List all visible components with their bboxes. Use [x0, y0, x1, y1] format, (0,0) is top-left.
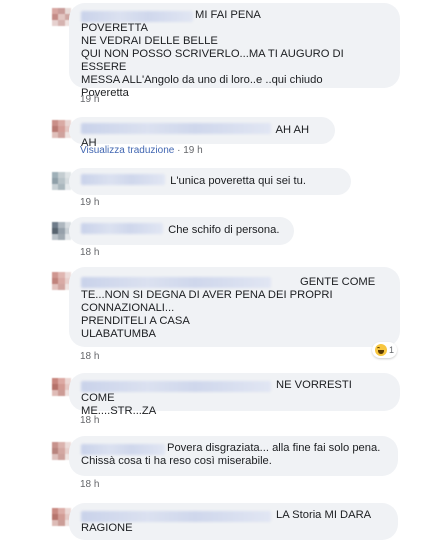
author-name[interactable]	[81, 11, 193, 22]
comment-bubble: LA Storia MI DARA RAGIONE	[69, 503, 398, 540]
comment-bubble: Che schifo di persona.	[69, 217, 294, 245]
comment-meta: 19 h	[80, 197, 99, 208]
comment-timestamp[interactable]: 19 h	[80, 197, 99, 208]
meta-separator: ·	[177, 145, 181, 156]
comment-text: L'unica poveretta qui sei tu.	[170, 175, 306, 187]
translate-link[interactable]: Visualizza traduzione	[80, 145, 174, 156]
comment-bubble: MI FAI PENA POVERETTA NE VEDRAI DELLE BE…	[69, 3, 400, 99]
comment-bubble: Povera disgraziata... alla fine fai solo…	[69, 436, 398, 476]
comment-timestamp[interactable]: 19 h	[80, 94, 99, 105]
comment-timestamp[interactable]: 19 h	[183, 145, 202, 156]
comment-timestamp[interactable]: 18 h	[80, 351, 99, 362]
comment-meta: 18 h	[80, 479, 99, 490]
comment-bubble: NE VORRESTI COME ME....STR...ZA	[69, 373, 400, 417]
author-name[interactable]	[81, 223, 163, 234]
comment-bubble: AH AH AH	[69, 117, 335, 149]
author-name[interactable]	[81, 444, 165, 455]
comment-timestamp[interactable]: 18 h	[80, 247, 99, 258]
comment-meta: Visualizza traduzione · 19 h	[80, 145, 203, 156]
haha-icon	[375, 344, 387, 356]
author-name[interactable]	[81, 174, 165, 185]
comment-meta: 19 h	[80, 94, 99, 105]
comment-meta: 18 h	[80, 415, 99, 426]
comment-meta: 18 h	[80, 247, 99, 258]
author-name[interactable]	[81, 123, 271, 134]
comment-text: MI FAI PENA POVERETTA NE VEDRAI DELLE BE…	[81, 9, 344, 99]
comment-timestamp[interactable]: 18 h	[80, 479, 99, 490]
reaction-summary[interactable]: 1	[372, 342, 398, 358]
comment-timestamp[interactable]: 18 h	[80, 415, 99, 426]
comment-meta: 18 h	[80, 351, 99, 362]
author-name[interactable]	[81, 277, 271, 288]
comment-text: Che schifo di persona.	[168, 224, 280, 236]
comment-bubble: L'unica poveretta qui sei tu.	[69, 168, 351, 195]
comment-bubble: GENTE COME TE...NON SI DEGNA DI AVER PEN…	[69, 267, 400, 347]
author-name[interactable]	[81, 511, 271, 522]
author-name[interactable]	[81, 381, 271, 392]
reaction-count: 1	[389, 345, 395, 355]
